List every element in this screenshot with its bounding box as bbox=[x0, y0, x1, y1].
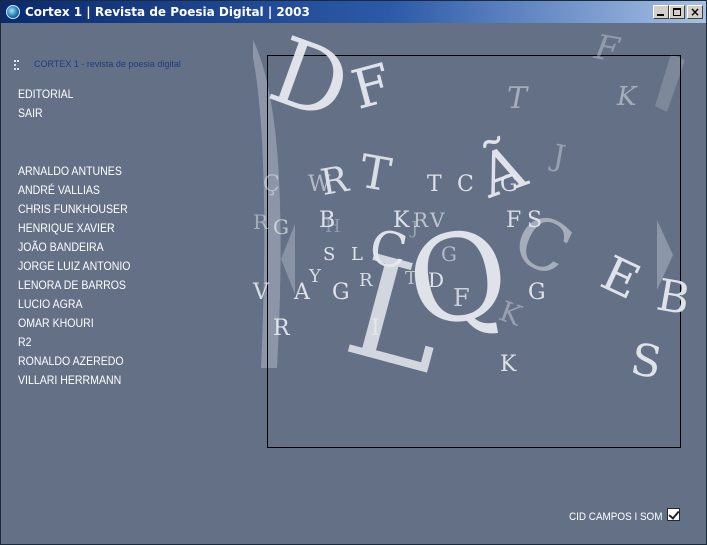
close-button[interactable]: × bbox=[687, 5, 703, 19]
poet-link[interactable]: LUCIO AGRA bbox=[18, 295, 130, 314]
close-icon: × bbox=[690, 5, 701, 19]
menu-item-sair[interactable]: SAIR bbox=[18, 104, 74, 123]
main-menu: EDITORIAL SAIR bbox=[18, 85, 81, 123]
menu-item-editorial[interactable]: EDITORIAL bbox=[18, 85, 74, 104]
app-icon bbox=[6, 5, 20, 19]
maximize-button[interactable] bbox=[669, 5, 685, 19]
sound-checkbox[interactable] bbox=[667, 508, 680, 521]
poet-link[interactable]: ANDRÉ VALLIAS bbox=[18, 181, 130, 200]
animation-frame bbox=[267, 55, 681, 448]
poet-link[interactable]: R2 bbox=[18, 333, 130, 352]
poet-link[interactable]: JORGE LUIZ ANTONIO bbox=[18, 257, 130, 276]
window-title: Cortex 1 | Revista de Poesia Digital | 2… bbox=[25, 5, 310, 19]
poet-link[interactable]: JOÃO BANDEIRA bbox=[18, 238, 130, 257]
poets-menu: ARNALDO ANTUNES ANDRÉ VALLIAS CHRIS FUNK… bbox=[18, 162, 146, 390]
brand-link[interactable]: CORTEX 1 - revista de poesia digital bbox=[34, 59, 181, 69]
poet-link[interactable]: VILLARI HERRMANN bbox=[18, 371, 130, 390]
minimize-button[interactable] bbox=[653, 5, 669, 19]
sound-label: CID CAMPOS I SOM bbox=[569, 511, 663, 523]
poet-link[interactable]: RONALDO AZEREDO bbox=[18, 352, 130, 371]
poet-link[interactable]: OMAR KHOURI bbox=[18, 314, 130, 333]
brand-dots-icon bbox=[14, 60, 20, 72]
title-bar[interactable]: Cortex 1 | Revista de Poesia Digital | 2… bbox=[1, 1, 706, 23]
content-area: CORTEX 1 - revista de poesia digital EDI… bbox=[3, 24, 704, 542]
poet-link[interactable]: LENORA DE BARROS bbox=[18, 276, 130, 295]
poet-link[interactable]: HENRIQUE XAVIER bbox=[18, 219, 130, 238]
app-window: Cortex 1 | Revista de Poesia Digital | 2… bbox=[0, 0, 707, 545]
poet-link[interactable]: ARNALDO ANTUNES bbox=[18, 162, 130, 181]
poet-link[interactable]: CHRIS FUNKHOUSER bbox=[18, 200, 130, 219]
